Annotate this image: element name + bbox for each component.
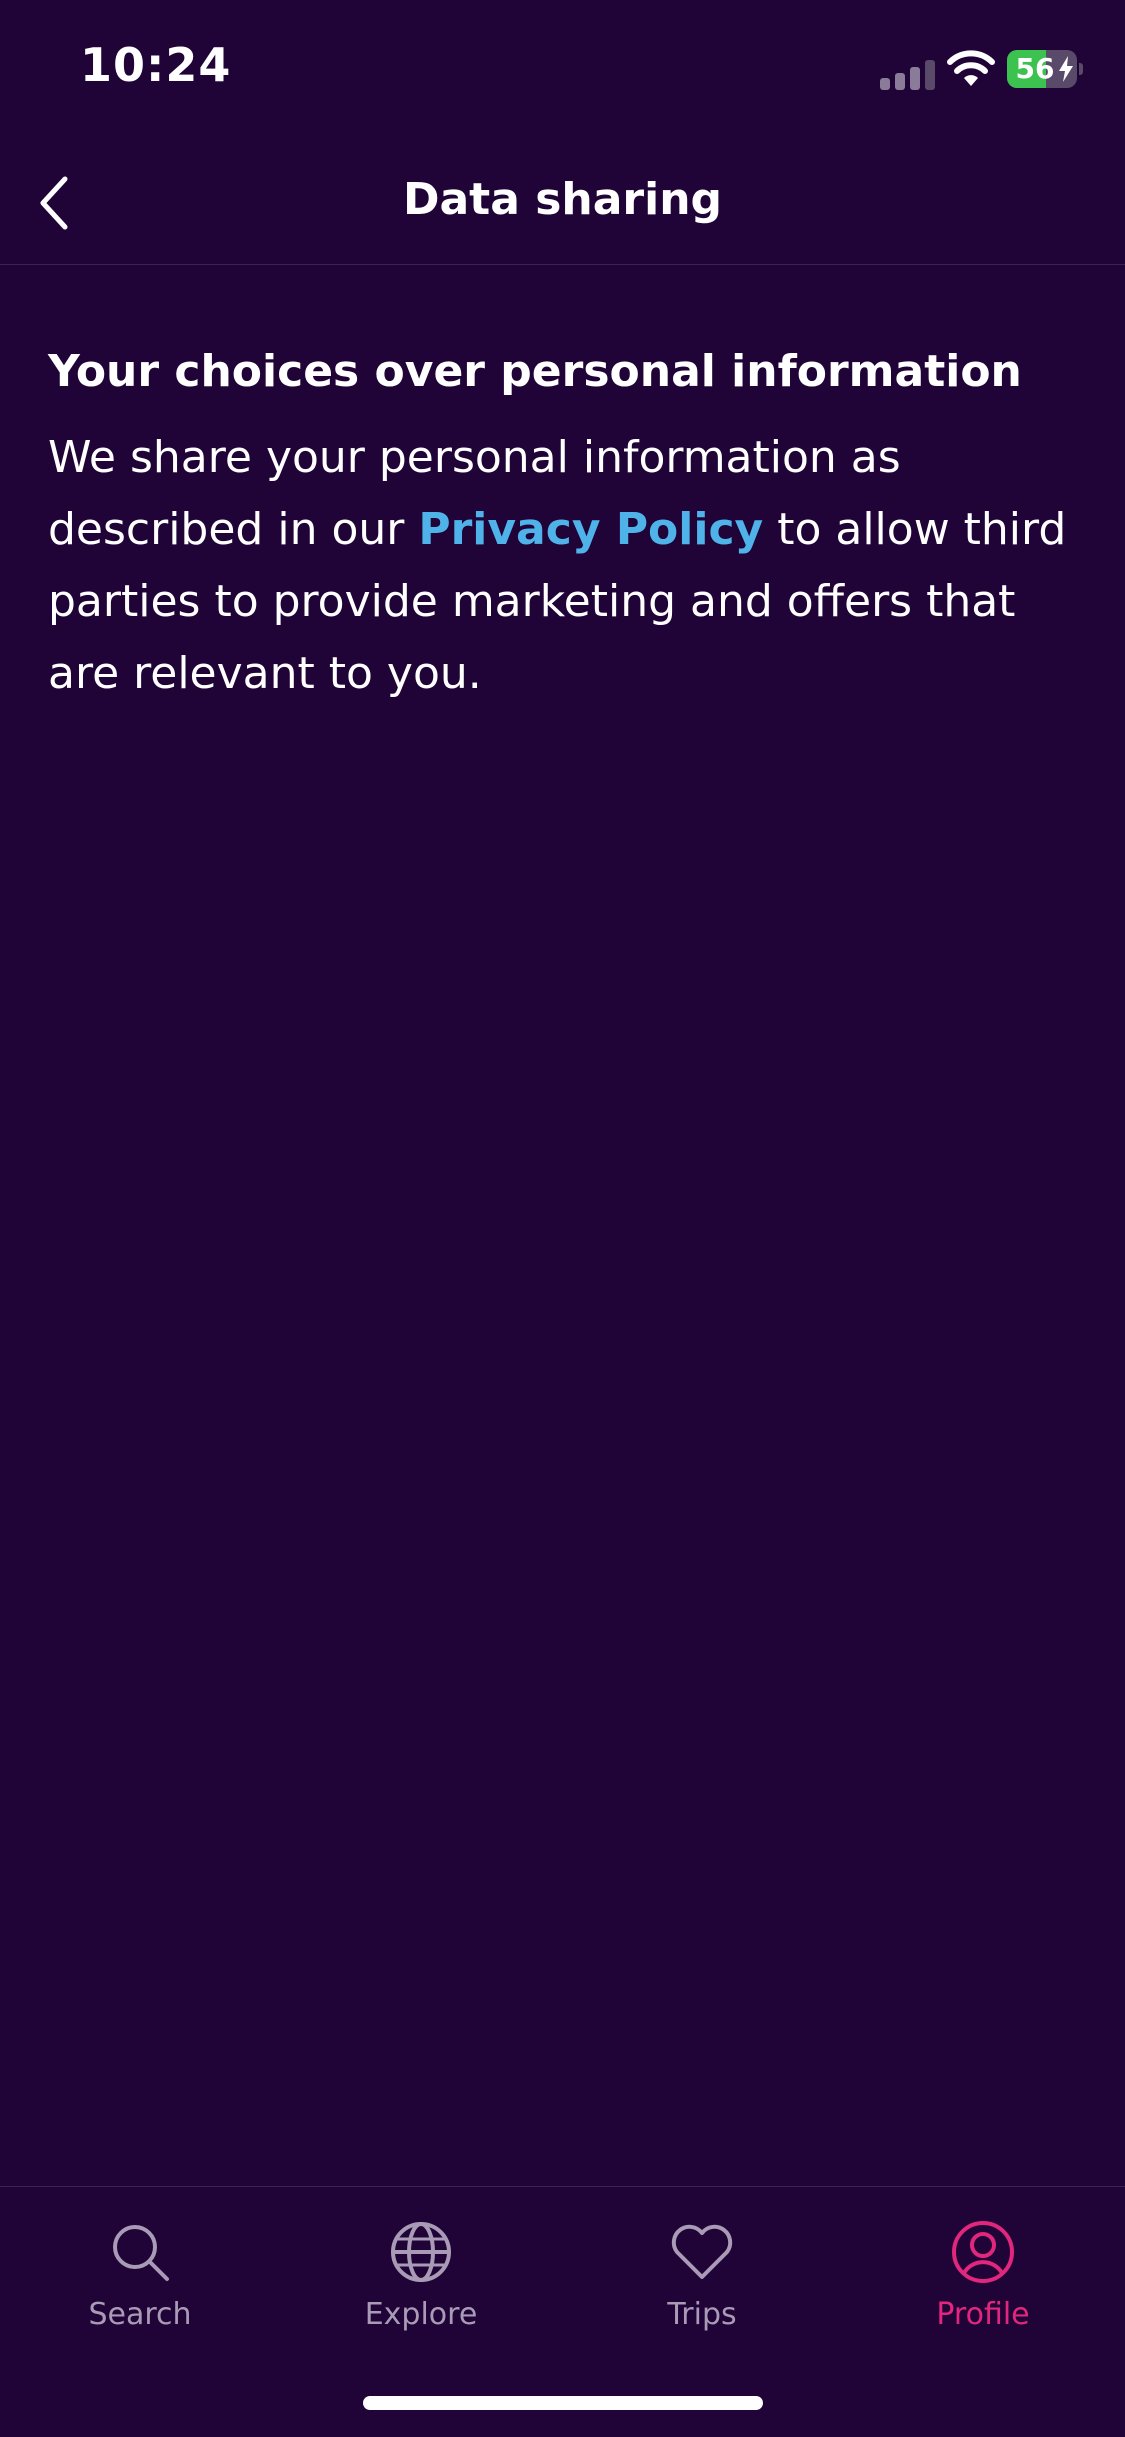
battery-level: 56 [1015,52,1055,85]
tab-profile[interactable]: Profile [883,2217,1083,2347]
main-content: Your choices over personal information W… [48,340,1078,710]
tab-label-search: Search [88,2297,192,2332]
tab-label-trips: Trips [667,2297,737,2332]
tab-label-profile: Profile [936,2297,1030,2332]
home-indicator [363,2396,763,2410]
wifi-icon [947,50,995,86]
tab-trips[interactable]: Trips [602,2217,802,2347]
battery-indicator: 56 [1007,50,1083,88]
status-time: 10:24 [80,38,232,92]
nav-header: Data sharing [0,140,1125,265]
status-bar: 10:24 56 [0,0,1125,140]
privacy-policy-link[interactable]: Privacy Policy [418,504,763,555]
data-sharing-description: We share your personal information as de… [48,422,1078,710]
page-title: Data sharing [402,174,723,225]
globe-icon [391,2222,451,2282]
heart-icon [671,2224,733,2279]
tab-search[interactable]: Search [40,2217,240,2347]
user-icon [952,2221,1014,2283]
charging-bolt-icon [1059,56,1073,82]
tab-label-explore: Explore [364,2297,478,2332]
cellular-signal-icon [880,60,935,90]
section-heading: Your choices over personal information [48,346,1022,397]
tab-explore[interactable]: Explore [321,2217,521,2347]
search-icon [113,2225,169,2281]
